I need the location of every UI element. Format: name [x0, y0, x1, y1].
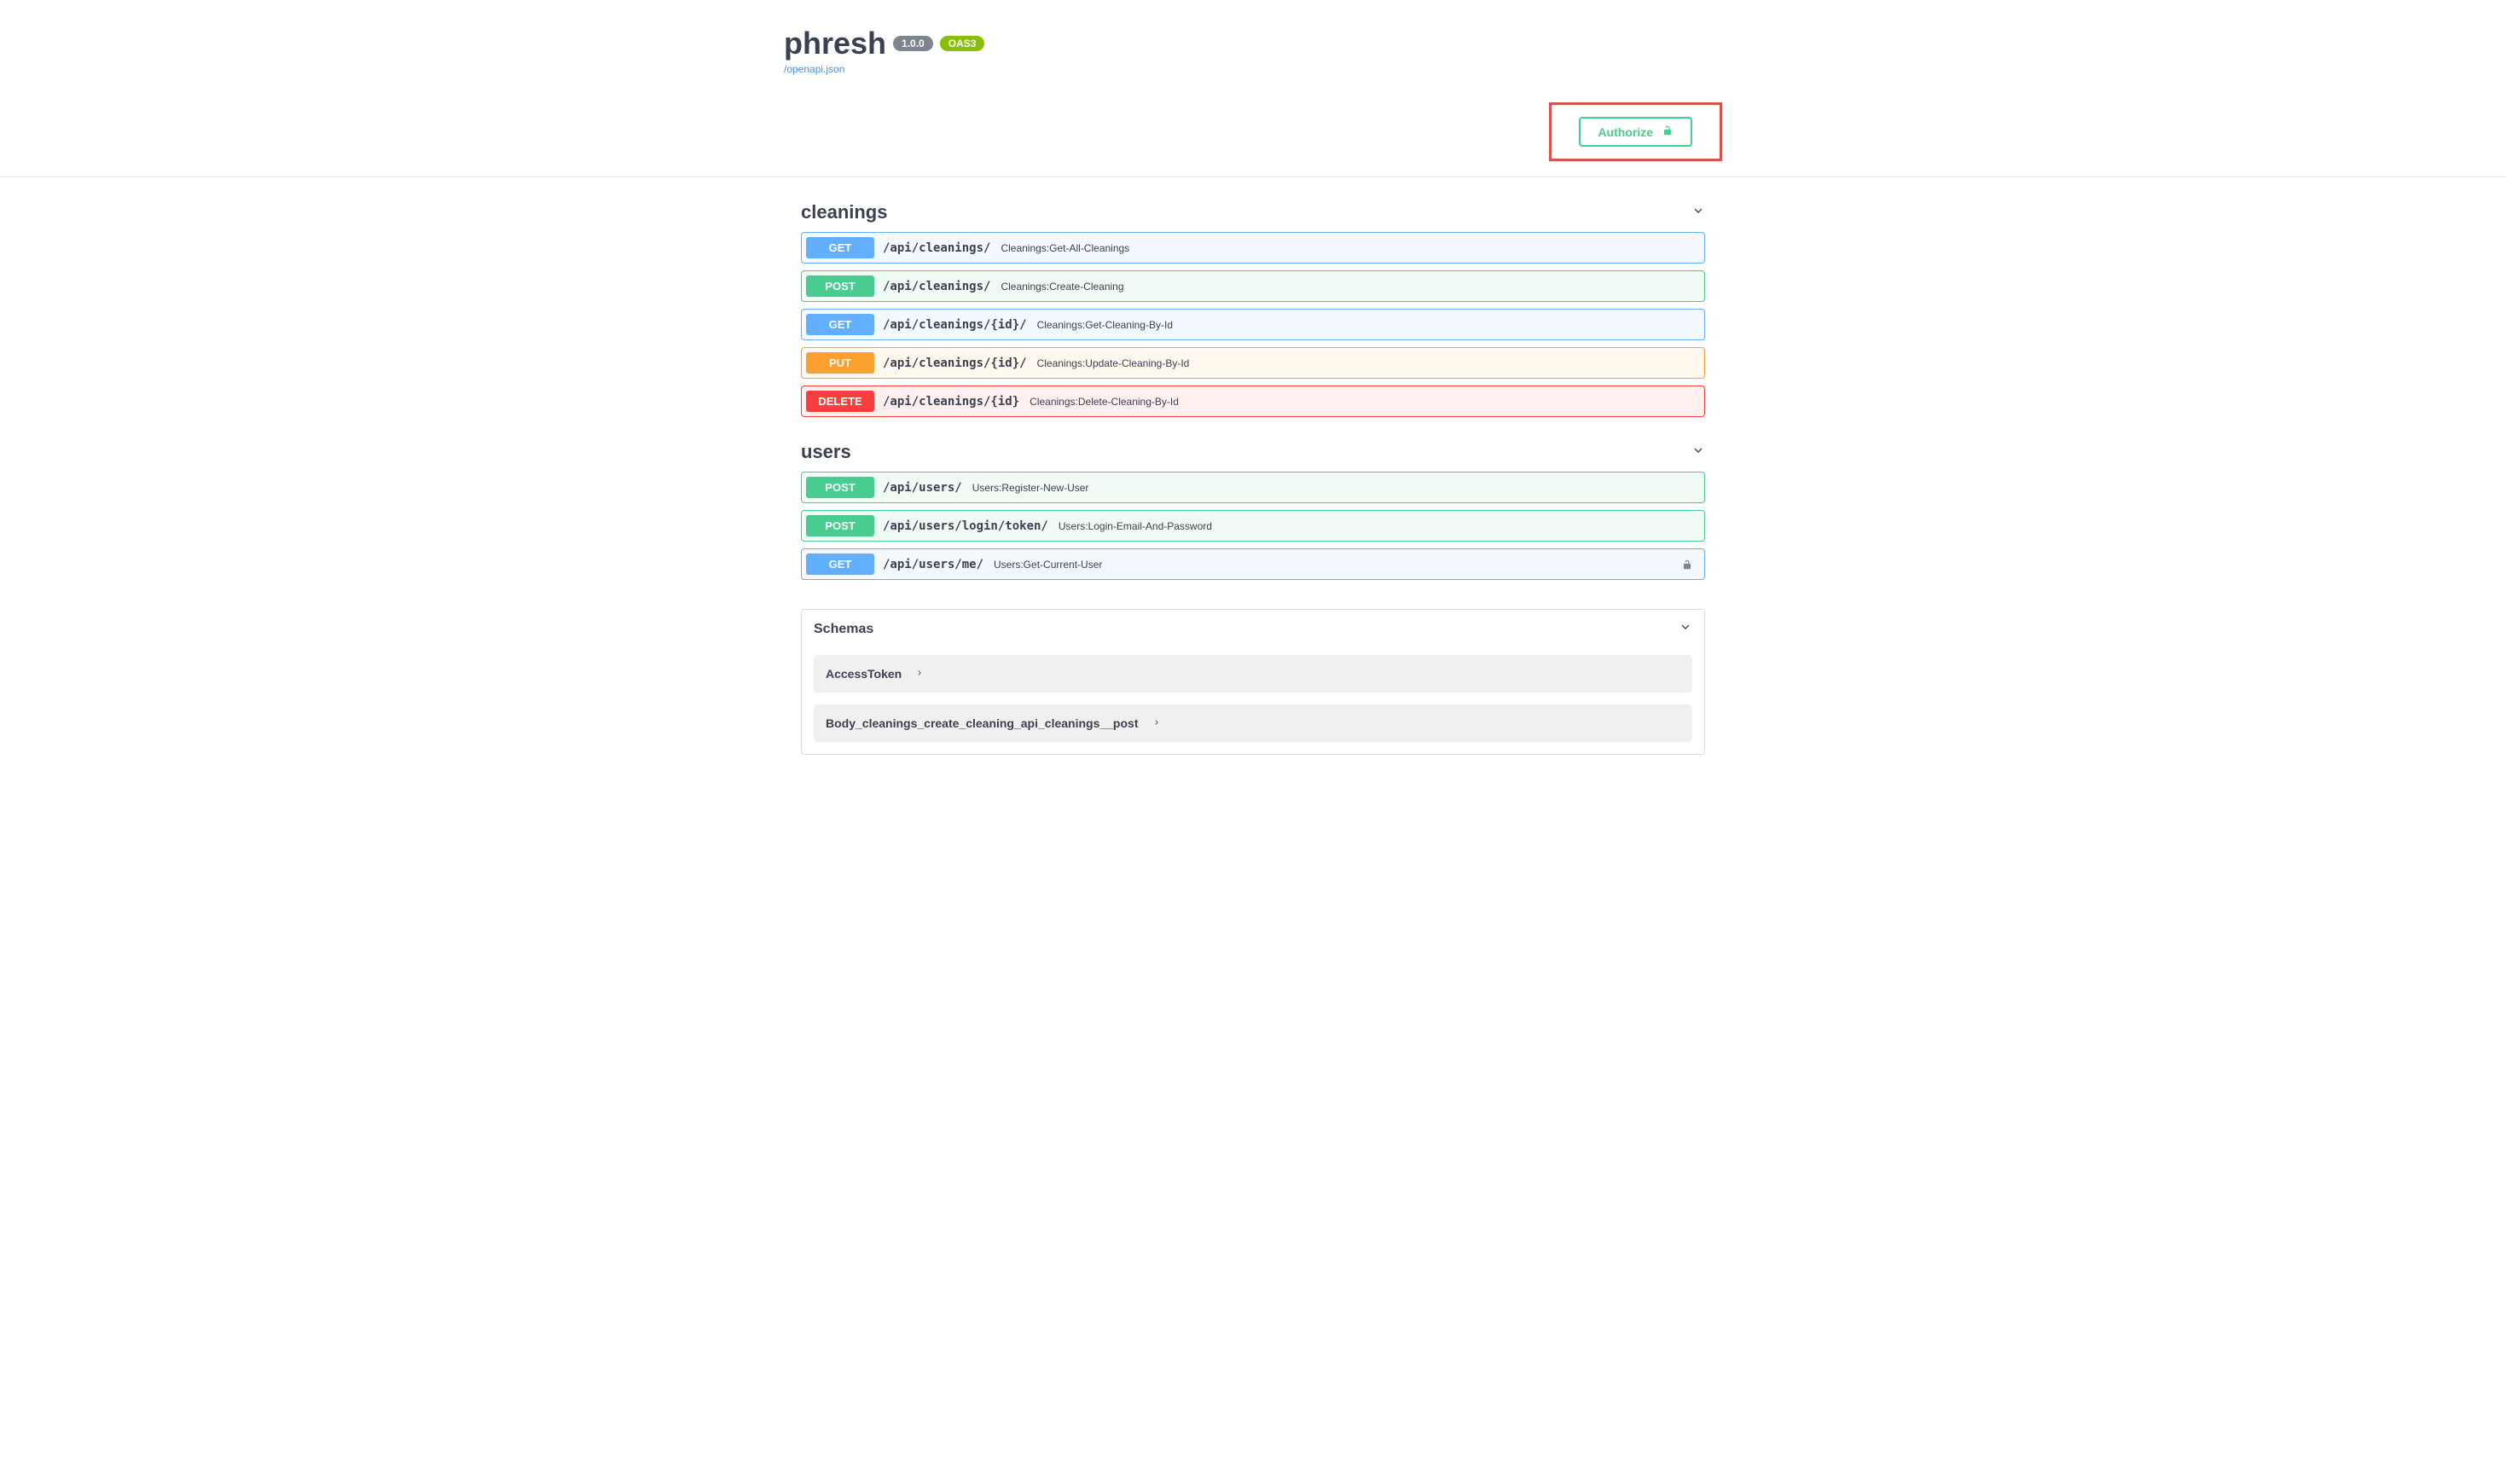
endpoint-path: /api/cleanings/{id}/: [883, 318, 1027, 332]
endpoint-summary: Cleanings:Get-Cleaning-By-Id: [1037, 319, 1173, 331]
endpoint-path: /api/users/login/token/: [883, 519, 1048, 533]
chevron-right-icon: [915, 666, 924, 681]
endpoint-summary: Users:Register-New-User: [972, 482, 1089, 494]
chevron-down-icon: [1691, 204, 1705, 222]
endpoint-row[interactable]: GET/api/cleanings/Cleanings:Get-All-Clea…: [801, 232, 1705, 264]
endpoint-summary: Cleanings:Get-All-Cleanings: [1001, 242, 1129, 254]
endpoint-summary: Cleanings:Delete-Cleaning-By-Id: [1030, 396, 1179, 408]
schemas-section: Schemas AccessToken Body_cleanings_create…: [801, 609, 1705, 755]
schema-name: Body_cleanings_create_cleaning_api_clean…: [826, 716, 1139, 730]
lock-icon: [1681, 559, 1693, 571]
endpoint-path: /api/cleanings/: [883, 241, 990, 255]
authorize-label: Authorize: [1598, 125, 1653, 139]
version-badge: 1.0.0: [893, 36, 933, 51]
endpoint-path: /api/cleanings/{id}/: [883, 357, 1027, 370]
schema-item[interactable]: AccessToken: [814, 655, 1692, 693]
tag-name: users: [801, 441, 851, 463]
tag-header[interactable]: users: [801, 438, 1705, 472]
chevron-down-icon: [1679, 620, 1692, 638]
endpoint-path: /api/cleanings/: [883, 280, 990, 293]
http-method-badge: POST: [806, 477, 874, 498]
authorize-highlight: Authorize: [1549, 102, 1722, 161]
endpoint-row[interactable]: PUT/api/cleanings/{id}/ Cleanings:Update-…: [801, 347, 1705, 379]
spec-link[interactable]: /openapi.json: [784, 63, 844, 75]
http-method-badge: DELETE: [806, 391, 874, 412]
endpoint-summary: Users:Login-Email-And-Password: [1059, 520, 1212, 532]
endpoint-path: /api/users/me/: [883, 558, 983, 571]
http-method-badge: GET: [806, 314, 874, 335]
endpoint-row[interactable]: POST/api/users/Users:Register-New-User: [801, 472, 1705, 503]
tag-header[interactable]: cleanings: [801, 198, 1705, 232]
endpoint-row[interactable]: POST/api/users/login/token/Users:Login-E…: [801, 510, 1705, 542]
tag-section: cleanings GET/api/cleanings/Cleanings:Get…: [801, 198, 1705, 417]
endpoint-path: /api/cleanings/{id}: [883, 395, 1019, 409]
http-method-badge: POST: [806, 515, 874, 536]
endpoint-row[interactable]: GET/api/cleanings/{id}/ Cleanings:Get-Cle…: [801, 309, 1705, 340]
endpoint-path: /api/users/: [883, 481, 962, 495]
chevron-down-icon: [1691, 443, 1705, 461]
http-method-badge: GET: [806, 237, 874, 258]
tag-section: users POST/api/users/Users:Register-New-U…: [801, 438, 1705, 580]
endpoint-row[interactable]: GET/api/users/me/Users:Get-Current-User: [801, 548, 1705, 580]
endpoint-row[interactable]: DELETE/api/cleanings/{id} Cleanings:Delet…: [801, 385, 1705, 417]
endpoint-row[interactable]: POST/api/cleanings/Cleanings:Create-Clea…: [801, 270, 1705, 302]
endpoint-summary: Cleanings:Update-Cleaning-By-Id: [1037, 357, 1190, 369]
authorize-button[interactable]: Authorize: [1579, 117, 1692, 147]
oas-badge: OAS3: [940, 36, 985, 51]
endpoint-summary: Users:Get-Current-User: [994, 559, 1102, 571]
schema-item[interactable]: Body_cleanings_create_cleaning_api_clean…: [814, 704, 1692, 742]
http-method-badge: PUT: [806, 352, 874, 374]
header: phresh 1.0.0 OAS3 /openapi.json: [784, 0, 1722, 87]
http-method-badge: GET: [806, 554, 874, 575]
api-title: phresh: [784, 26, 886, 61]
http-method-badge: POST: [806, 275, 874, 297]
endpoint-summary: Cleanings:Create-Cleaning: [1001, 281, 1123, 293]
chevron-right-icon: [1152, 716, 1161, 731]
schemas-title: Schemas: [814, 622, 873, 637]
unlock-icon: [1662, 125, 1674, 139]
tag-name: cleanings: [801, 201, 887, 223]
schema-name: AccessToken: [826, 667, 902, 681]
schemas-header[interactable]: Schemas: [802, 610, 1704, 648]
